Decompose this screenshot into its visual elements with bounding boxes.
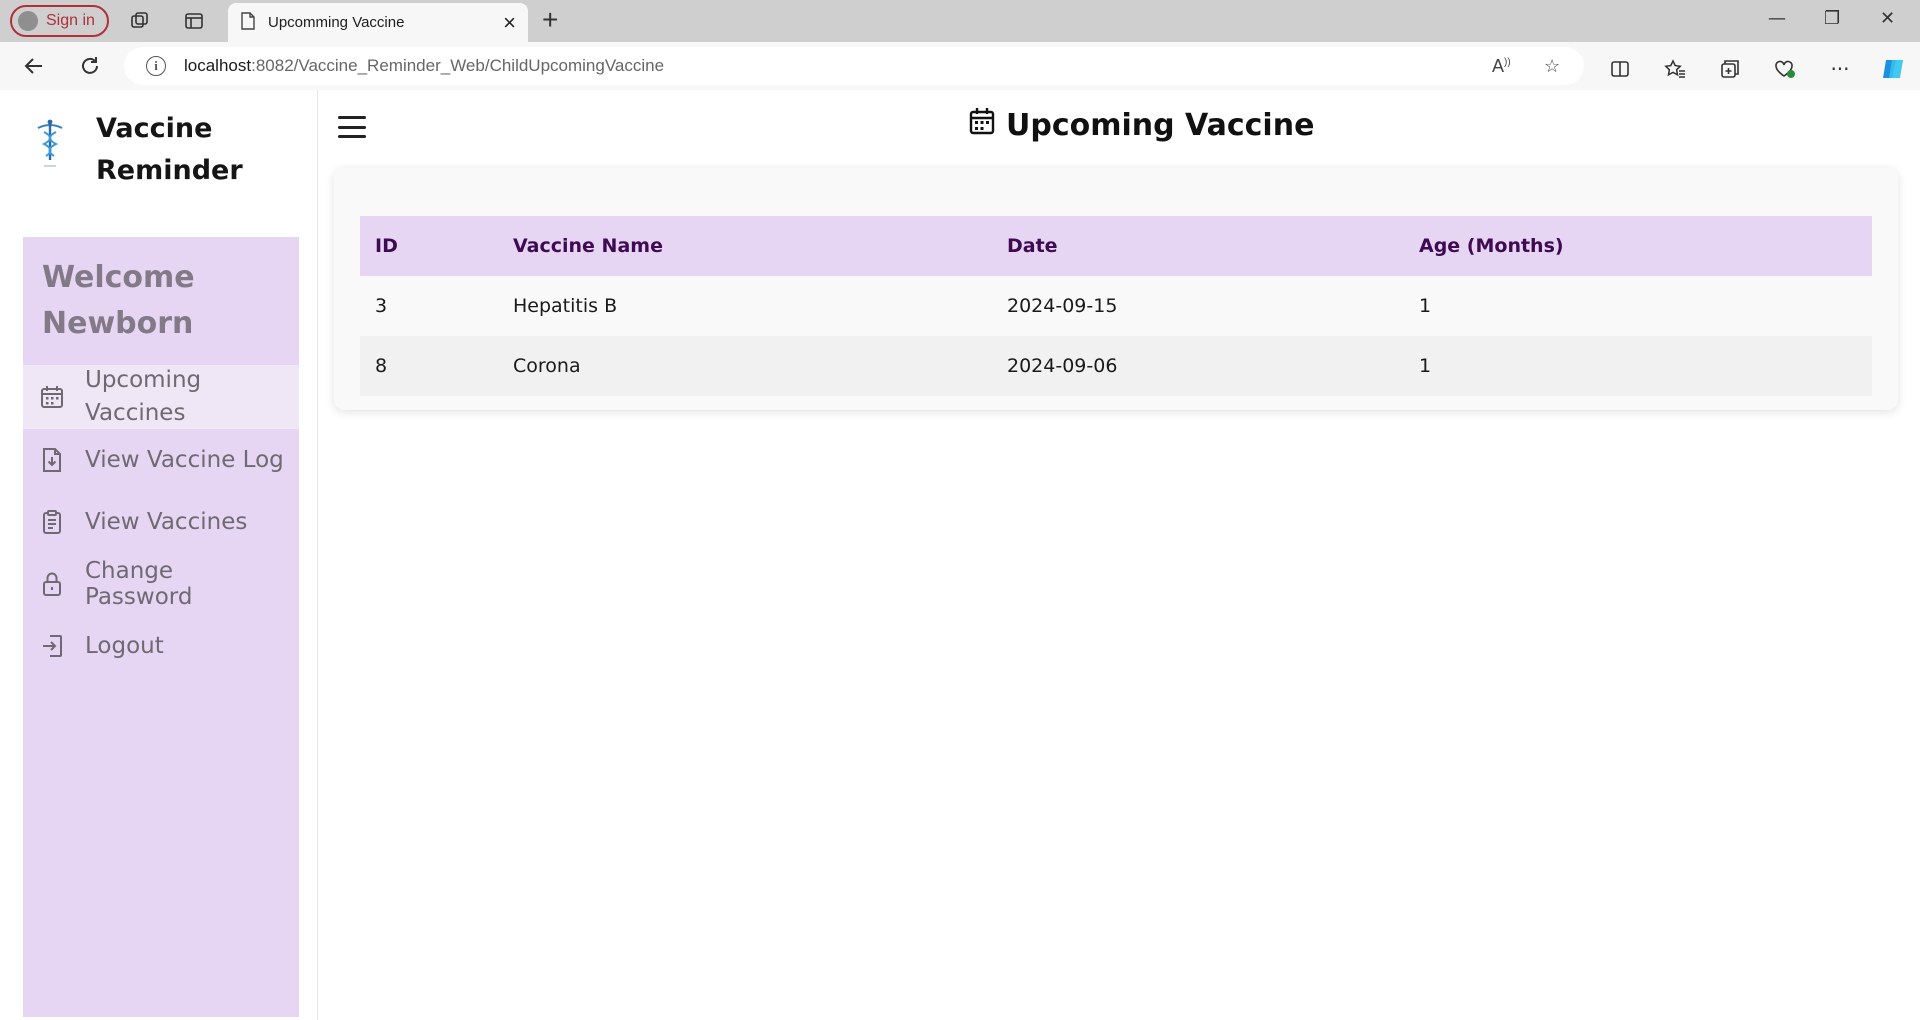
calendar-icon	[37, 382, 67, 412]
sidebar-item-label: View Vaccines	[85, 509, 248, 535]
cell-date: 2024-09-15	[1007, 295, 1118, 317]
cell-id: 3	[375, 295, 388, 317]
back-icon[interactable]	[20, 52, 48, 80]
url-path: :8082/Vaccine_Reminder_Web/ChildUpcoming…	[251, 56, 665, 75]
cell-id: 8	[375, 355, 388, 377]
profile-avatar-icon	[18, 11, 38, 31]
browser-essentials-icon[interactable]	[1772, 56, 1798, 82]
brand[interactable]: Vaccine Reminder	[30, 108, 243, 192]
sidebar: Vaccine Reminder Welcome Newborn Upcomin…	[0, 90, 318, 1020]
favorites-icon[interactable]	[1662, 56, 1688, 82]
cell-age-months: 1	[1419, 295, 1432, 317]
sidebar-item-label-line2: Vaccines	[85, 400, 186, 426]
logout-icon	[37, 631, 67, 661]
sidebar-item-view-vaccines[interactable]: View Vaccines	[23, 491, 299, 553]
brand-name-line1: Vaccine	[96, 113, 213, 144]
column-header-age-months: Age (Months)	[1419, 235, 1564, 257]
main-content: Upcoming Vaccine ID Vaccine Name Date Ag…	[318, 90, 1920, 1020]
close-tab-icon[interactable]: ×	[503, 10, 516, 36]
sidebar-item-label: Upcoming Vaccines	[85, 364, 201, 430]
column-header-date: Date	[1007, 235, 1058, 257]
sidebar-item-upcoming-vaccines[interactable]: Upcoming Vaccines	[23, 365, 299, 429]
close-window-icon[interactable]: ✕	[1880, 8, 1895, 29]
workspaces-icon[interactable]	[128, 9, 152, 33]
vaccine-table-card: ID Vaccine Name Date Age (Months) 3 Hepa…	[334, 168, 1898, 410]
upcoming-vaccine-table: ID Vaccine Name Date Age (Months) 3 Hepa…	[360, 216, 1872, 396]
welcome-line2: Newborn	[42, 306, 194, 341]
split-screen-icon[interactable]	[1607, 56, 1633, 82]
cell-date: 2024-09-06	[1007, 355, 1118, 377]
sign-in-button[interactable]: Sign in	[10, 5, 109, 37]
column-header-vaccine-name: Vaccine Name	[513, 235, 663, 257]
sidebar-item-label: Change Password	[85, 558, 193, 610]
address-bar[interactable]: i localhost:8082/Vaccine_Reminder_Web/Ch…	[124, 47, 1584, 85]
tab-upcoming-vaccine[interactable]: Upcomming Vaccine ×	[228, 3, 528, 42]
cell-vaccine-name: Hepatitis B	[513, 295, 618, 317]
sidebar-item-label: Logout	[85, 633, 164, 659]
table-row: 3 Hepatitis B 2024-09-15 1	[360, 276, 1872, 336]
cell-vaccine-name: Corona	[513, 355, 581, 377]
sidebar-item-change-password[interactable]: Change Password	[23, 553, 299, 615]
page-title: Upcoming Vaccine	[968, 106, 1314, 144]
welcome-line1: Welcome	[42, 260, 195, 295]
sidebar-item-logout[interactable]: Logout	[23, 615, 299, 677]
favorite-star-icon[interactable]: ☆	[1544, 56, 1560, 77]
menu-toggle-icon[interactable]	[338, 116, 366, 138]
refresh-icon[interactable]	[76, 52, 104, 80]
clipboard-icon	[37, 507, 67, 537]
url-host: localhost	[184, 56, 252, 75]
browser-tab-bar: Sign in Upcomming Vaccine × + — ❐ ✕	[0, 0, 1920, 42]
column-header-id: ID	[375, 235, 398, 257]
read-aloud-icon[interactable]: A))	[1492, 56, 1511, 77]
url-text: localhost:8082/Vaccine_Reminder_Web/Chil…	[184, 56, 664, 76]
table-row: 8 Corona 2024-09-06 1	[360, 336, 1872, 396]
brand-name-line2: Reminder	[96, 155, 243, 186]
sidebar-item-view-vaccine-log[interactable]: View Vaccine Log	[23, 429, 299, 491]
tab-actions-icon[interactable]	[182, 9, 206, 33]
brand-name: Vaccine Reminder	[96, 108, 243, 192]
sidebar-item-label: View Vaccine Log	[85, 447, 284, 473]
cell-age-months: 1	[1419, 355, 1432, 377]
copilot-icon[interactable]	[1880, 56, 1906, 82]
caduceus-logo-icon	[30, 114, 70, 174]
welcome-heading: Welcome Newborn	[23, 237, 299, 365]
file-download-icon	[37, 445, 67, 475]
collections-icon[interactable]	[1717, 56, 1743, 82]
calendar-icon	[968, 106, 996, 144]
restore-icon[interactable]: ❐	[1824, 8, 1840, 29]
lock-icon	[37, 569, 67, 599]
page-icon	[240, 11, 256, 34]
tab-title: Upcomming Vaccine	[268, 14, 405, 31]
more-options-icon[interactable]: ···	[1827, 56, 1853, 82]
sidebar-panel: Welcome Newborn Upcoming Vaccines View V…	[23, 237, 299, 1017]
minimize-icon[interactable]: —	[1768, 8, 1786, 29]
site-info-icon[interactable]: i	[146, 56, 166, 76]
sidebar-item-label-line1: Upcoming	[85, 367, 202, 393]
table-header-row: ID Vaccine Name Date Age (Months)	[360, 216, 1872, 276]
page-title-text: Upcoming Vaccine	[1006, 107, 1315, 143]
new-tab-icon[interactable]: +	[542, 6, 558, 34]
sign-in-label: Sign in	[46, 12, 95, 29]
